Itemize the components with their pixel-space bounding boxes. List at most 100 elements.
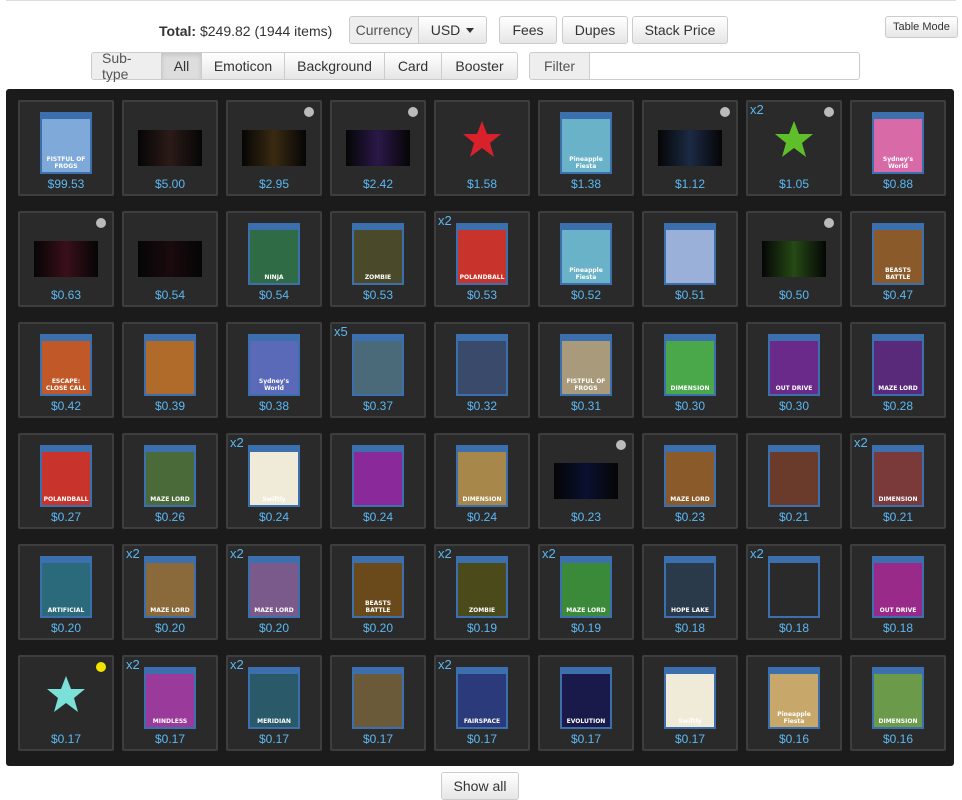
item-tile[interactable]: $0.24 <box>330 433 426 529</box>
trading-card-image: Swiftly <box>664 667 716 729</box>
item-tile[interactable]: FISTFUL OF FROGS $0.31 <box>538 322 634 418</box>
card-frame <box>354 225 402 230</box>
item-tile[interactable]: DIMENSION x2 $0.21 <box>850 433 946 529</box>
subtype-card[interactable]: Card <box>384 52 442 80</box>
trading-card-image <box>768 445 820 507</box>
item-tile[interactable]: $0.39 <box>122 322 218 418</box>
item-tile[interactable]: $0.21 <box>746 433 842 529</box>
card-frame <box>666 669 714 674</box>
profile-background-image <box>762 241 826 277</box>
item-price: $0.20 <box>362 621 394 635</box>
card-art-label: DIMENSION <box>462 496 502 503</box>
item-tile[interactable]: Pineapple Fiesta $0.52 <box>538 211 634 307</box>
item-tile[interactable]: BEASTS BATTLE $0.20 <box>330 544 426 640</box>
item-tile[interactable]: MAZE LORD x2 $0.20 <box>122 544 218 640</box>
item-tile[interactable]: MAZE LORD $0.28 <box>850 322 946 418</box>
item-price: $2.42 <box>362 177 394 191</box>
trading-card-image: OUT DRIVE <box>768 334 820 396</box>
item-price: $0.53 <box>362 288 394 302</box>
card-frame <box>354 447 402 452</box>
item-tile[interactable]: Pineapple Fiesta $0.16 <box>746 655 842 751</box>
item-tile[interactable]: $2.95 <box>226 100 322 196</box>
trading-card-image: BEASTS BATTLE <box>352 556 404 618</box>
item-tile[interactable]: $0.23 <box>538 433 634 529</box>
item-tile[interactable]: ARTIFICIAL $0.20 <box>18 544 114 640</box>
item-price: $0.63 <box>50 288 82 302</box>
item-tile[interactable]: NINJA $0.54 <box>226 211 322 307</box>
profile-background-image <box>346 130 410 166</box>
item-tile[interactable]: DIMENSION $0.16 <box>850 655 946 751</box>
item-tile[interactable]: $1.58 <box>434 100 530 196</box>
item-tile[interactable]: EVOLUTION $0.17 <box>538 655 634 751</box>
item-tile[interactable]: Sydney's World $0.38 <box>226 322 322 418</box>
trading-card-image: FAIRSPACE <box>456 667 508 729</box>
subtype-background[interactable]: Background <box>284 52 385 80</box>
item-price: $0.19 <box>466 621 498 635</box>
currency-label: Currency <box>349 16 419 44</box>
item-price: $0.17 <box>466 732 498 746</box>
item-tile[interactable]: $0.17 <box>18 655 114 751</box>
item-tile[interactable]: x2 $1.05 <box>746 100 842 196</box>
card-frame <box>42 558 90 563</box>
item-tile[interactable]: $0.32 <box>434 322 530 418</box>
item-tile[interactable]: x5 $0.37 <box>330 322 426 418</box>
item-tile[interactable]: ZOMBIE x2 $0.19 <box>434 544 530 640</box>
item-tile[interactable]: Swiftly x2 $0.24 <box>226 433 322 529</box>
item-tile[interactable]: POLANDBALL x2 $0.53 <box>434 211 530 307</box>
item-price: $0.52 <box>570 288 602 302</box>
item-tile[interactable]: $2.42 <box>330 100 426 196</box>
item-quantity: x2 <box>750 546 764 561</box>
item-tile[interactable]: FAIRSPACE x2 $0.17 <box>434 655 530 751</box>
item-tile[interactable]: MAZE LORD $0.26 <box>122 433 218 529</box>
subtype-all[interactable]: All <box>161 52 202 80</box>
trading-card-image: POLANDBALL <box>456 223 508 285</box>
item-tile[interactable]: $0.51 <box>642 211 738 307</box>
card-frame <box>250 558 298 563</box>
filter-input[interactable] <box>590 52 860 80</box>
item-tile[interactable]: OUT DRIVE $0.18 <box>850 544 946 640</box>
card-art-label: FAIRSPACE <box>463 718 501 725</box>
item-tile[interactable]: DIMENSION $0.30 <box>642 322 738 418</box>
item-tile[interactable]: OUT DRIVE $0.30 <box>746 322 842 418</box>
item-tile[interactable]: MINDLESS x2 $0.17 <box>122 655 218 751</box>
card-frame <box>770 447 818 452</box>
item-tile[interactable]: MAZE LORD x2 $0.20 <box>226 544 322 640</box>
item-tile[interactable]: ESCAPE: CLOSE CALL $0.42 <box>18 322 114 418</box>
item-tile[interactable]: MERIDIAN x2 $0.17 <box>226 655 322 751</box>
trading-card-image: EVOLUTION <box>560 667 612 729</box>
item-price: $0.18 <box>882 621 914 635</box>
card-art-label: OUT DRIVE <box>775 385 813 392</box>
item-tile[interactable]: Pineapple Fiesta $1.38 <box>538 100 634 196</box>
card-art-label: Pineapple Fiesta <box>777 711 811 725</box>
item-tile[interactable]: HOPE LAKE $0.18 <box>642 544 738 640</box>
item-tile[interactable]: ZOMBIE $0.53 <box>330 211 426 307</box>
item-quantity: x2 <box>854 435 868 450</box>
item-tile[interactable]: Sydney's World $0.88 <box>850 100 946 196</box>
item-price: $0.27 <box>50 510 82 524</box>
item-tile[interactable]: $1.12 <box>642 100 738 196</box>
item-tile[interactable]: $0.54 <box>122 211 218 307</box>
item-quantity: x2 <box>230 657 244 672</box>
item-tile[interactable]: MAZE LORD $0.23 <box>642 433 738 529</box>
item-tile[interactable]: $0.50 <box>746 211 842 307</box>
item-tile[interactable]: POLANDBALL $0.27 <box>18 433 114 529</box>
dupes-button[interactable]: Dupes <box>562 16 628 44</box>
item-price: $0.30 <box>674 399 706 413</box>
item-tile[interactable]: BEASTS BATTLE $0.47 <box>850 211 946 307</box>
item-tile[interactable]: $5.00 <box>122 100 218 196</box>
table-mode-button[interactable]: Table Mode <box>885 16 958 38</box>
item-tile[interactable]: DIMENSION $0.24 <box>434 433 530 529</box>
fees-button[interactable]: Fees <box>499 16 557 44</box>
item-tile[interactable]: FISTFUL OF FROGS $99.53 <box>18 100 114 196</box>
subtype-booster[interactable]: Booster <box>441 52 518 80</box>
item-tile[interactable]: x2 $0.18 <box>746 544 842 640</box>
show-all-button[interactable]: Show all <box>441 772 519 800</box>
item-tile[interactable]: $0.63 <box>18 211 114 307</box>
subtype-emoticon[interactable]: Emoticon <box>201 52 285 80</box>
item-tile[interactable]: MAZE LORD x2 $0.19 <box>538 544 634 640</box>
item-tile[interactable]: $0.17 <box>330 655 426 751</box>
item-price: $0.23 <box>674 510 706 524</box>
item-tile[interactable]: Swiftly $0.17 <box>642 655 738 751</box>
stack-price-button[interactable]: Stack Price <box>632 16 728 44</box>
currency-dropdown[interactable]: USD <box>418 16 487 44</box>
